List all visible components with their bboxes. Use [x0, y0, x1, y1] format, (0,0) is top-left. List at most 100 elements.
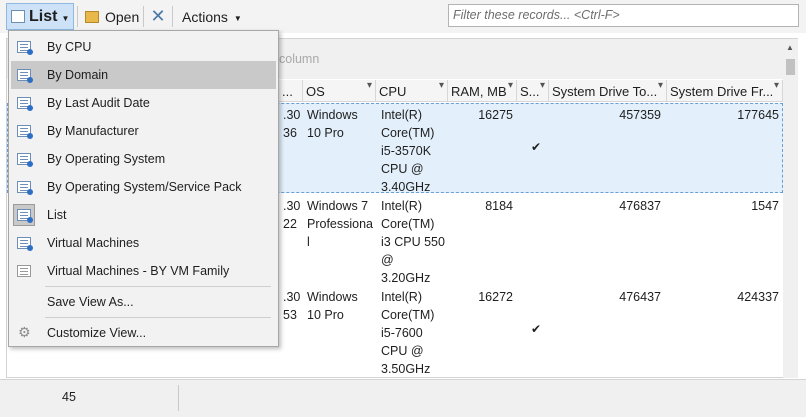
- menu-separator: [45, 286, 271, 287]
- column-header-ram[interactable]: RAM, MB ▾: [448, 80, 517, 102]
- view-grouped-icon: [17, 125, 33, 139]
- filter-icon[interactable]: ▾: [508, 80, 513, 91]
- menu-separator: [45, 317, 271, 318]
- menu-item-by-last-audit-date[interactable]: By Last Audit Date: [11, 89, 276, 117]
- filter-icon[interactable]: ▾: [439, 80, 444, 91]
- menu-item-label: By Last Audit Date: [47, 96, 150, 110]
- actions-button-label: Actions: [182, 8, 228, 25]
- drive-free-cell: 1547: [751, 199, 779, 213]
- ip-cell-line: 53: [283, 308, 297, 322]
- ip-cell-line: .30: [283, 199, 301, 213]
- gear-icon: ⚙: [18, 324, 31, 340]
- ip-cell: .30 22: [283, 197, 303, 233]
- filter-icon[interactable]: ▾: [367, 80, 372, 91]
- folder-icon: [85, 10, 99, 23]
- column-header-status[interactable]: S... ▾: [517, 80, 549, 102]
- view-grouped-icon: [17, 237, 33, 251]
- menu-item-label: By CPU: [47, 40, 92, 54]
- cpu-cell: Intel(R) Core(TM) i5-7600 CPU @ 3.50GHz: [381, 290, 435, 376]
- column-header-ip[interactable]: ...: [279, 80, 303, 102]
- ip-cell: .30 36: [283, 106, 303, 142]
- menu-item-label: List: [47, 208, 67, 222]
- ram-cell: 8184: [485, 199, 513, 213]
- check-icon: ✔: [531, 322, 542, 336]
- ip-cell: .30 53: [283, 288, 303, 324]
- column-header-label: System Drive To...: [552, 84, 658, 99]
- menu-item-by-manufacturer[interactable]: By Manufacturer: [11, 117, 276, 145]
- chevron-down-icon: ▼: [233, 13, 242, 23]
- menu-item-label: By Operating System: [47, 152, 166, 166]
- view-list-dropdown-button[interactable]: List ▼: [6, 3, 74, 30]
- menu-item-label: By Operating System/Service Pack: [47, 180, 242, 194]
- view-grouped-icon: [17, 69, 33, 83]
- drive-free-cell: 424337: [737, 290, 779, 304]
- menu-item-by-os-service-pack[interactable]: By Operating System/Service Pack: [11, 173, 276, 201]
- menu-item-list[interactable]: List: [11, 201, 276, 229]
- view-plain-icon: [17, 265, 31, 277]
- menu-item-customize-view[interactable]: ⚙ Customize View...: [11, 319, 276, 347]
- filter-icon[interactable]: ▾: [658, 80, 663, 91]
- chevron-down-icon: ▼: [61, 13, 70, 23]
- view-grouped-icon: [17, 181, 33, 195]
- menu-item-by-operating-system[interactable]: By Operating System: [11, 145, 276, 173]
- column-header-label: ...: [282, 84, 293, 99]
- drive-total-cell: 457359: [619, 108, 661, 122]
- menu-item-save-view-as[interactable]: Save View As...: [11, 288, 276, 316]
- column-header-label: S...: [520, 84, 540, 99]
- ip-cell-line: 36: [283, 126, 297, 140]
- drive-free-cell: 177645: [737, 108, 779, 122]
- column-header-label: RAM, MB: [451, 84, 507, 99]
- toolbar: List ▼ Open ✕ Actions ▼ Filter these rec…: [0, 0, 806, 33]
- ram-cell: 16275: [478, 108, 513, 122]
- ip-cell-line: 22: [283, 217, 297, 231]
- open-button[interactable]: Open: [84, 3, 140, 30]
- column-header-system-drive-free[interactable]: System Drive Fr... ▾: [667, 80, 783, 102]
- menu-item-by-domain[interactable]: By Domain: [11, 61, 276, 89]
- list-view-icon: [11, 10, 25, 23]
- os-cell: Windows 10 Pro: [307, 290, 358, 322]
- filter-icon[interactable]: ▾: [774, 80, 779, 91]
- filter-records-input[interactable]: Filter these records... <Ctrl-F>: [448, 4, 799, 27]
- menu-item-label: Virtual Machines - BY VM Family: [47, 264, 230, 278]
- ip-cell-line: .30: [283, 108, 301, 122]
- menu-item-virtual-machines[interactable]: Virtual Machines: [11, 229, 276, 257]
- delete-button[interactable]: ✕: [148, 3, 168, 30]
- scroll-up-icon[interactable]: ▲: [786, 43, 794, 52]
- os-cell: Windows 7 Professional: [307, 199, 374, 249]
- filter-icon[interactable]: ▾: [540, 80, 545, 91]
- view-menu: By CPU By Domain By Last Audit Date By M…: [8, 30, 279, 347]
- vertical-scrollbar[interactable]: ▲: [783, 39, 798, 378]
- menu-item-virtual-machines-by-vm-family[interactable]: Virtual Machines - BY VM Family: [11, 257, 276, 285]
- view-grouped-icon: [17, 41, 33, 55]
- column-header-os[interactable]: OS ▾: [303, 80, 376, 102]
- list-button-label: List: [29, 7, 58, 25]
- drive-total-cell: 476837: [619, 199, 661, 213]
- column-header-label: System Drive Fr...: [670, 84, 774, 99]
- check-icon: ✔: [531, 140, 542, 154]
- toolbar-divider: [143, 6, 144, 27]
- column-header-cpu[interactable]: CPU ▾: [376, 80, 448, 102]
- view-grouped-icon: [17, 209, 33, 223]
- record-count: 45: [62, 390, 76, 404]
- ram-cell: 16272: [478, 290, 513, 304]
- menu-item-by-cpu[interactable]: By CPU: [11, 33, 276, 61]
- scrollbar-thumb[interactable]: [786, 59, 795, 75]
- toolbar-divider: [77, 6, 78, 27]
- menu-item-label: Virtual Machines: [47, 236, 140, 250]
- actions-dropdown-button[interactable]: Actions ▼: [176, 3, 242, 30]
- group-by-hint: column: [279, 52, 320, 66]
- cpu-cell: Intel(R) Core(TM) i5-3570K CPU @ 3.40GHz: [381, 108, 435, 194]
- column-header-label: OS: [306, 84, 325, 99]
- cpu-cell: Intel(R) Core(TM) i3 CPU 550 @ 3.20GHz: [381, 199, 445, 285]
- view-grouped-icon: [17, 97, 33, 111]
- column-header-system-drive-total[interactable]: System Drive To... ▾: [549, 80, 667, 102]
- open-button-label: Open: [105, 8, 140, 25]
- status-bar: 45: [0, 379, 806, 417]
- menu-item-label: Customize View...: [47, 326, 147, 340]
- menu-item-label: By Domain: [47, 68, 109, 82]
- drive-total-cell: 476437: [619, 290, 661, 304]
- ip-cell-line: .30: [283, 290, 301, 304]
- status-bar-divider: [178, 385, 179, 411]
- close-icon: ✕: [150, 6, 166, 26]
- menu-item-label: Save View As...: [47, 295, 134, 309]
